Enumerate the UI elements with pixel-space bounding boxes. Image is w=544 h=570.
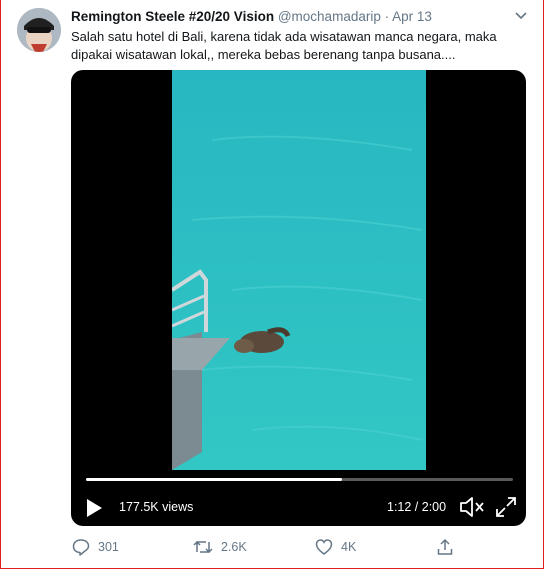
author-handle[interactable]: @mochamadarip — [278, 9, 381, 24]
heart-icon — [315, 539, 333, 555]
reply-icon — [72, 539, 90, 556]
chevron-down-icon[interactable] — [514, 10, 528, 22]
view-count: 177.5K views — [119, 500, 194, 514]
tweet-text: Salah satu hotel di Bali, karena tidak a… — [71, 29, 497, 62]
like-button[interactable]: 4K — [315, 537, 356, 557]
author-name[interactable]: Remington Steele #20/20 Vision — [71, 9, 274, 24]
share-icon — [437, 538, 453, 555]
video-frame — [172, 70, 426, 470]
retweet-icon — [193, 540, 213, 554]
tweet-date[interactable]: Apr 13 — [392, 9, 432, 24]
retweet-count: 2.6K — [221, 540, 247, 554]
play-icon[interactable] — [85, 498, 103, 518]
separator-dot: · — [384, 9, 390, 24]
volume-muted-icon[interactable] — [459, 496, 485, 518]
reply-button[interactable]: 301 — [72, 537, 119, 557]
reply-count: 301 — [98, 540, 119, 554]
video-progress-bar[interactable] — [86, 478, 513, 481]
retweet-button[interactable]: 2.6K — [193, 537, 247, 557]
share-button[interactable] — [437, 537, 461, 557]
avatar-image — [17, 8, 61, 52]
like-count: 4K — [341, 540, 357, 554]
avatar[interactable] — [17, 8, 61, 52]
video-time: 1:12 / 2:00 — [387, 500, 447, 514]
tweet-header: Remington Steele #20/20 Vision @mochamad… — [71, 9, 432, 24]
fullscreen-icon[interactable] — [495, 496, 517, 518]
video-progress-fill — [86, 478, 343, 481]
video-player[interactable]: 177.5K views 1:12 / 2:00 — [71, 70, 526, 526]
